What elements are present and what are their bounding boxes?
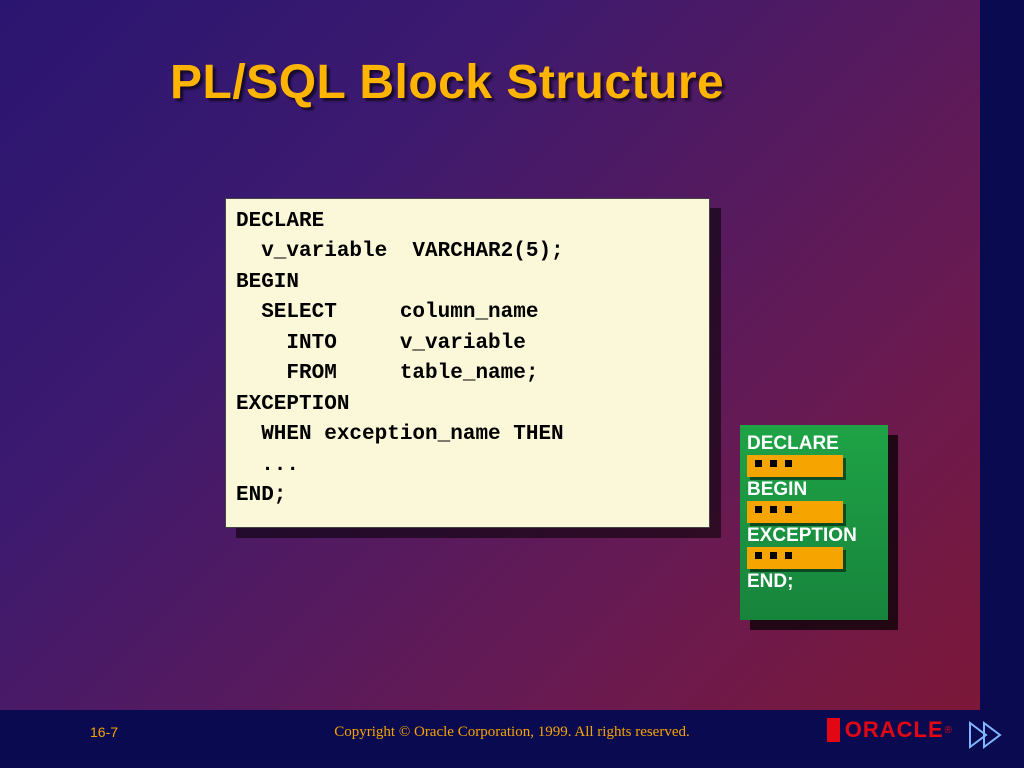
mini-begin-label: BEGIN [747,480,881,499]
code-line: INTO v_variable [236,332,526,355]
slide-stage: PL/SQL Block Structure DECLARE v_variabl… [0,0,1024,768]
oracle-logo: ORACLE ® [827,717,952,743]
slide-title: PL/SQL Block Structure [170,55,724,110]
oracle-logo-box [827,718,840,742]
slide-footer: 16-7 Copyright © Oracle Corporation, 199… [0,715,1024,765]
code-panel: DECLARE v_variable VARCHAR2(5); BEGIN SE… [225,198,710,528]
mini-declare-bar [747,455,881,477]
code-line: SELECT column_name [236,301,538,324]
mini-end-label: END; [747,572,881,591]
code-line: BEGIN [236,271,299,294]
code-line: FROM table_name; [236,362,538,385]
code-line: DECLARE [236,210,324,233]
oracle-logo-registered: ® [945,725,952,736]
code-line: ... [236,454,299,477]
mini-exception-bar [747,547,881,569]
slide-body: PL/SQL Block Structure DECLARE v_variabl… [0,0,980,710]
mini-exception-label: EXCEPTION [747,526,881,545]
next-slide-icon[interactable] [966,721,1006,749]
code-line: WHEN exception_name THEN [236,423,564,446]
code-line: END; [236,484,286,507]
mini-begin-bar [747,501,881,523]
code-line: v_variable VARCHAR2(5); [236,240,564,263]
oracle-logo-text: ORACLE [845,717,944,743]
mini-block-structure: DECLARE BEGIN EXCEPTION END; [740,425,888,620]
code-line: EXCEPTION [236,393,349,416]
mini-declare-label: DECLARE [747,434,881,453]
